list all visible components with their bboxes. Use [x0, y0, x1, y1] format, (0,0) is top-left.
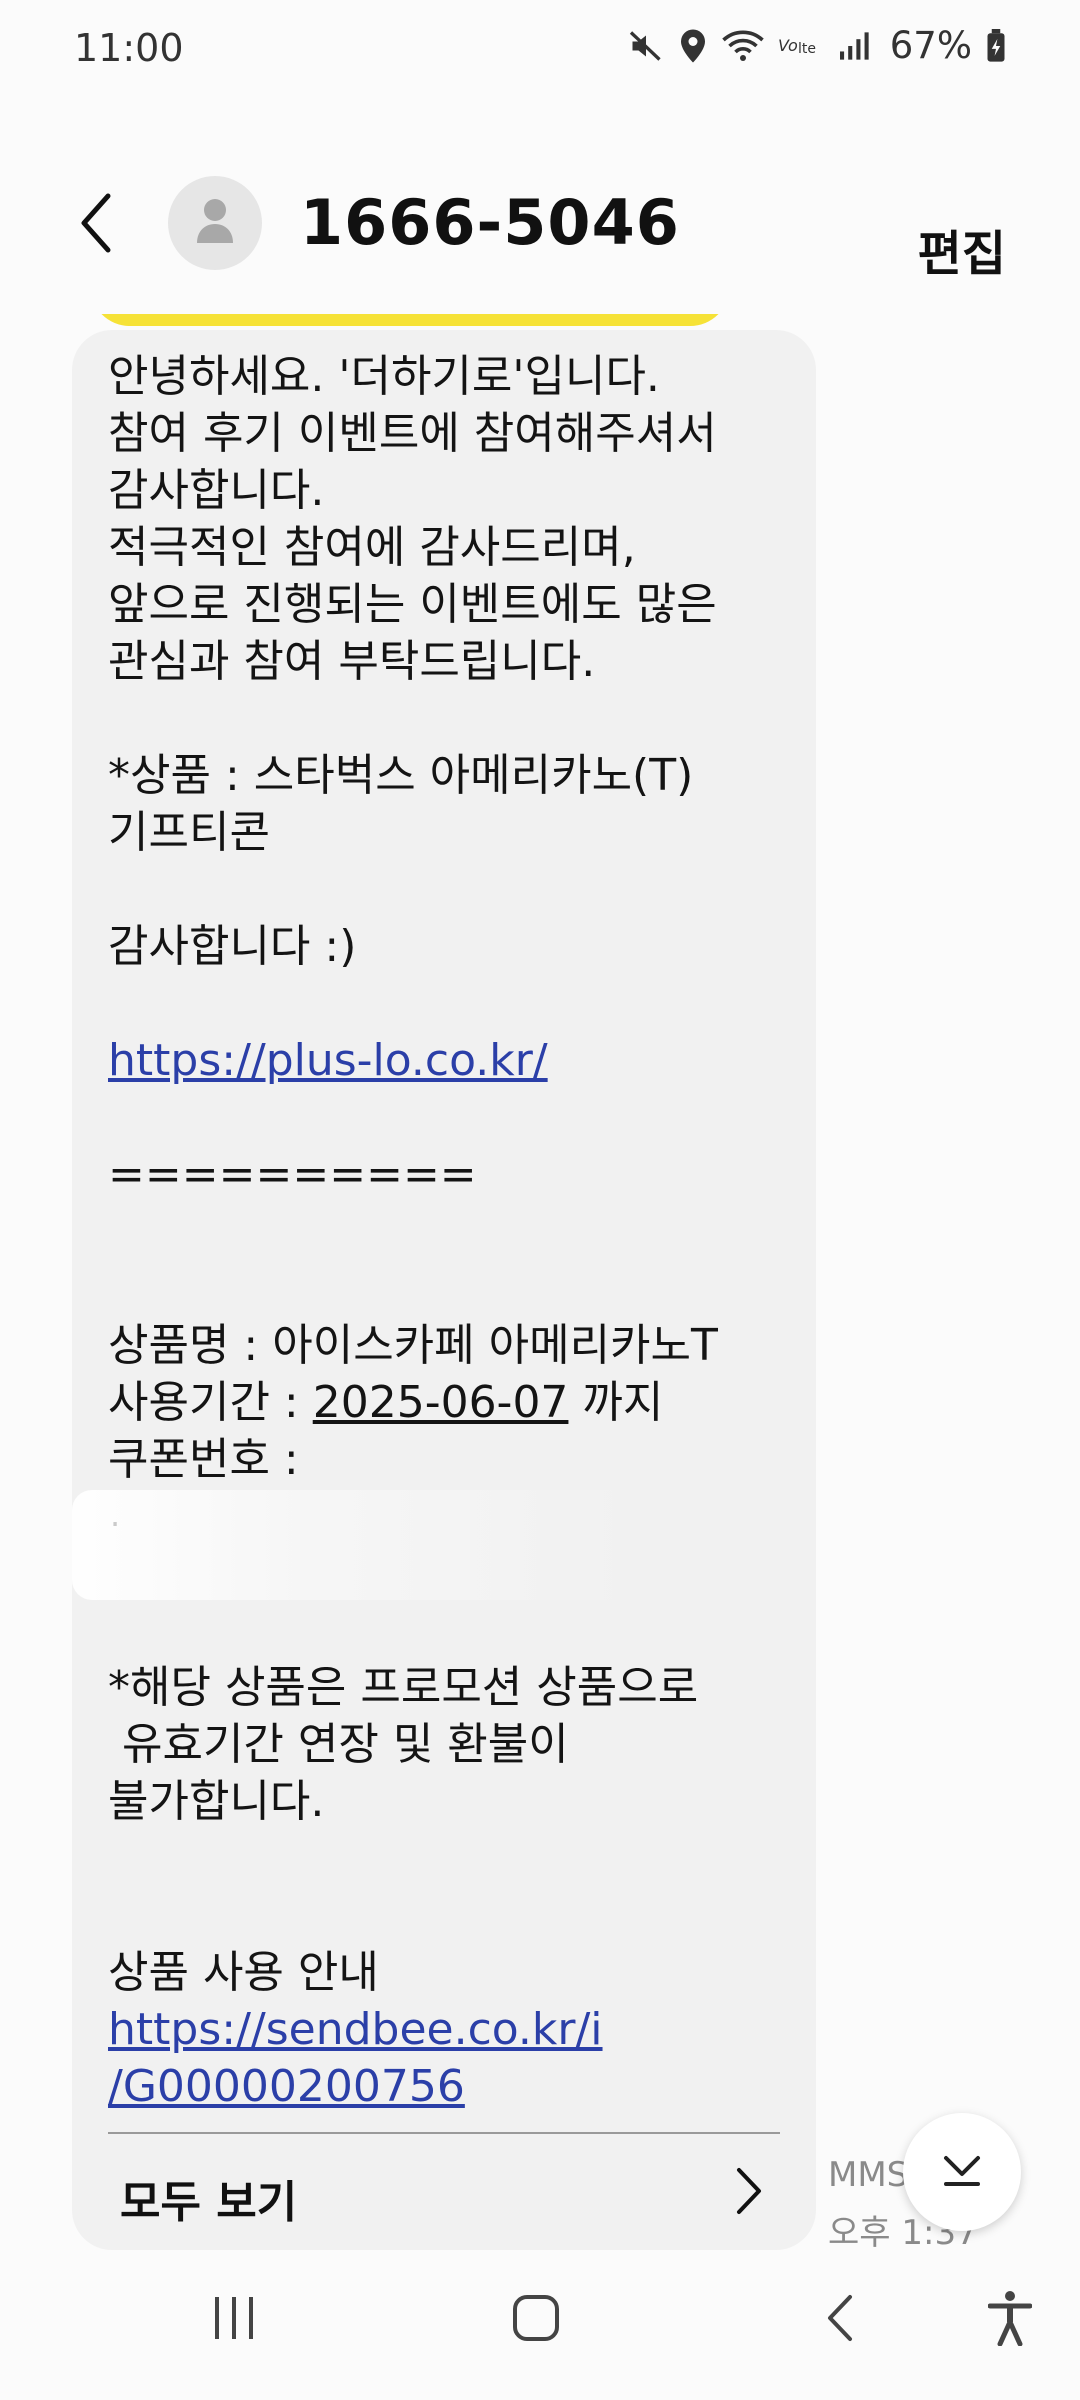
battery-percent: 67% — [889, 24, 972, 67]
battery-icon — [986, 28, 1006, 63]
contact-avatar[interactable] — [168, 176, 262, 270]
message-line: 관심과 참여 부탁드립니다. — [108, 636, 596, 687]
message-line: 앞으로 진행되는 이벤트에도 많은 — [108, 579, 717, 630]
divider — [80, 270, 760, 314]
mute-icon — [628, 28, 664, 64]
navigation-bar — [0, 2250, 1080, 2400]
message-line: ========== — [108, 1149, 477, 1200]
usage-period-label: 사용기간 : — [108, 1377, 313, 1428]
message-line: 기프티콘 — [108, 807, 270, 858]
volte-icon: Vo lte — [778, 31, 824, 61]
chevron-right-icon — [734, 2166, 764, 2220]
message-line: 상품 사용 안내 — [108, 1947, 379, 1998]
view-all-button[interactable]: 모두 보기 — [72, 2136, 816, 2248]
message-line: 안녕하세요. '더하기로'입니다. — [108, 351, 660, 402]
location-icon — [678, 28, 708, 64]
accessibility-button[interactable] — [960, 2280, 1060, 2360]
bubble-divider — [108, 2132, 780, 2134]
message-line: 참여 후기 이벤트에 참여해주셔서 — [108, 408, 717, 459]
message-link[interactable]: https://sendbee.co.kr/i — [108, 2001, 603, 2058]
message-line: *해당 상품은 프로모션 상품으로 — [108, 1662, 699, 1713]
accessibility-icon — [987, 2290, 1033, 2350]
recent-apps-button[interactable] — [184, 2280, 284, 2360]
back-button[interactable] — [66, 190, 126, 260]
home-icon — [512, 2294, 560, 2346]
message-type: MMS — [828, 2155, 909, 2195]
nav-back-button[interactable] — [790, 2280, 890, 2360]
scroll-to-bottom-button[interactable] — [903, 2113, 1021, 2231]
wifi-icon — [722, 29, 764, 63]
message-line: 적극적인 참여에 감사드리며, — [108, 522, 636, 573]
message-line: 상품명 : 아이스카페 아메리카노T — [108, 1320, 718, 1371]
message-line: 불가합니다. — [108, 1776, 325, 1827]
message-line: 감사합니다. — [108, 465, 325, 516]
arrow-down-icon — [940, 2152, 984, 2192]
home-button[interactable] — [486, 2280, 586, 2360]
status-time: 11:00 — [74, 26, 184, 70]
svg-text:lte: lte — [798, 41, 816, 57]
usage-period-date[interactable]: 2025-06-07 — [313, 1377, 569, 1428]
usage-period-line: 사용기간 : 2025-06-07 까지 — [108, 1374, 663, 1431]
status-bar: 11:00 Vo lte 67% — [0, 0, 1080, 100]
usage-period-suffix: 까지 — [568, 1377, 664, 1428]
svg-text:Vo: Vo — [778, 36, 798, 55]
message-line: 쿠폰번호 : — [108, 1434, 299, 1485]
recent-apps-icon — [209, 2295, 259, 2345]
back-icon — [825, 2293, 855, 2347]
contact-name[interactable]: 1666-5046 — [300, 186, 680, 259]
view-all-label: 모두 보기 — [120, 2177, 298, 2228]
person-icon — [195, 197, 235, 249]
message-link[interactable]: /G00000200756 — [108, 2058, 465, 2115]
status-icons: Vo lte 67% — [628, 24, 1006, 67]
message-line: 감사합니다 :) — [108, 921, 357, 972]
back-arrow-icon — [76, 192, 116, 258]
message-line: 유효기간 연장 및 환불이 — [108, 1719, 569, 1770]
edit-button[interactable]: 편집 — [918, 214, 1006, 284]
message-link[interactable]: https://plus-lo.co.kr/ — [108, 1032, 548, 1089]
redacted-coupon-text: · — [110, 1505, 151, 1543]
signal-icon — [838, 31, 872, 61]
message-line: *상품 : 스타벅스 아메리카노(T) — [108, 750, 694, 801]
redacted-coupon-area — [72, 1490, 632, 1600]
